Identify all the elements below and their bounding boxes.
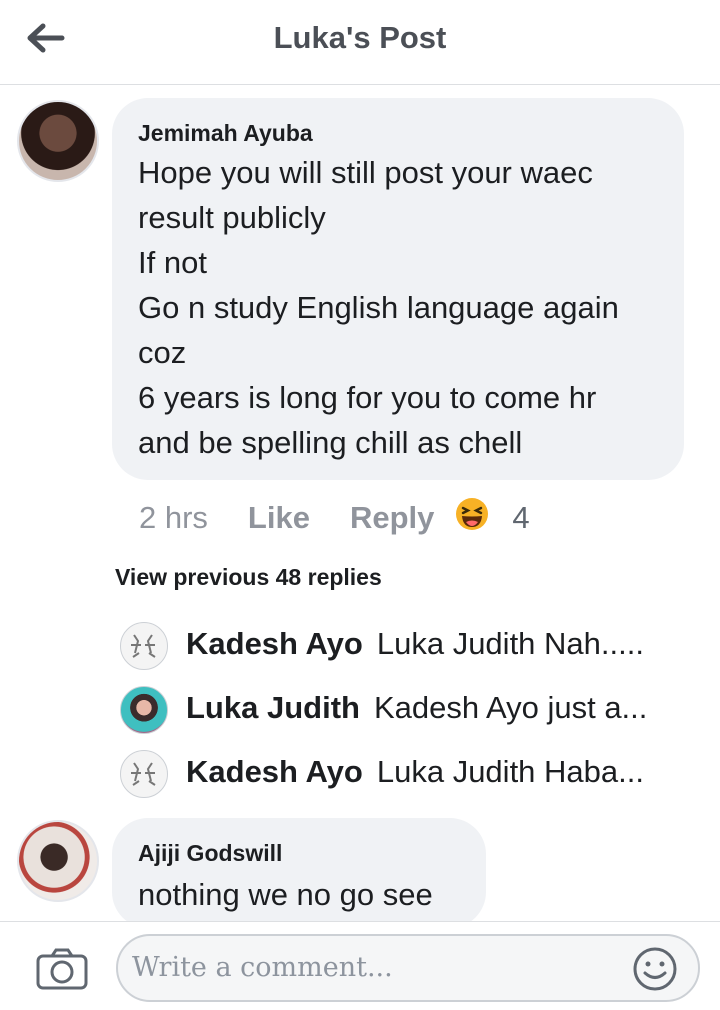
comment-composer: Write a comment...	[0, 921, 720, 1010]
reply-text: Kadesh Ayo Luka Judith Nah.....	[186, 626, 676, 662]
comment-text: nothing we no go see	[138, 877, 433, 912]
reply-author[interactable]: Kadesh Ayo	[186, 626, 363, 661]
comment-bubble: Ajiji Godswill nothing we no go see	[112, 818, 486, 928]
camera-icon[interactable]	[36, 948, 88, 990]
reply-text: Luka Judith Kadesh Ayo just a...	[186, 690, 676, 726]
avatar	[120, 622, 168, 670]
reply-button[interactable]: Reply	[350, 500, 434, 536]
laughing-emoji-icon[interactable]	[454, 496, 490, 540]
reply-author[interactable]: Kadesh Ayo	[186, 754, 363, 789]
avatar[interactable]	[17, 100, 99, 182]
comment-time: 2 hrs	[139, 500, 208, 535]
comment-bubble: Jemimah Ayuba Hope you will still post y…	[112, 98, 684, 480]
reply-snippet: Kadesh Ayo just a...	[373, 690, 648, 725]
like-button[interactable]: Like	[248, 500, 310, 536]
comment-placeholder: Write a comment...	[132, 952, 393, 983]
avatar[interactable]	[17, 820, 99, 902]
reply-item[interactable]: Kadesh Ayo Luka Judith Haba...	[120, 748, 680, 798]
page-title: Luka's Post	[273, 20, 447, 55]
avatar	[120, 750, 168, 798]
comment-author[interactable]: Jemimah Ayuba	[138, 120, 313, 147]
emoji-icon[interactable]	[632, 946, 678, 992]
reply-snippet: Luka Judith Nah.....	[376, 626, 644, 661]
avatar	[120, 686, 168, 734]
view-previous-replies-link[interactable]: View previous 48 replies	[115, 564, 382, 591]
top-bar: Luka's Post	[0, 0, 720, 85]
comment-input[interactable]: Write a comment...	[116, 934, 700, 1002]
comment-actions: 2 hrs Like Reply 4	[139, 496, 530, 540]
reply-author[interactable]: Luka Judith	[186, 690, 360, 725]
comment-author[interactable]: Ajiji Godswill	[138, 840, 282, 867]
reply-text: Kadesh Ayo Luka Judith Haba...	[186, 754, 676, 790]
comment-text: Hope you will still post your waec resul…	[138, 155, 619, 460]
reaction-count[interactable]: 4	[512, 500, 529, 536]
reply-item[interactable]: Luka Judith Kadesh Ayo just a...	[120, 684, 680, 734]
reply-snippet: Luka Judith Haba...	[376, 754, 644, 789]
reply-item[interactable]: Kadesh Ayo Luka Judith Nah.....	[120, 620, 680, 670]
